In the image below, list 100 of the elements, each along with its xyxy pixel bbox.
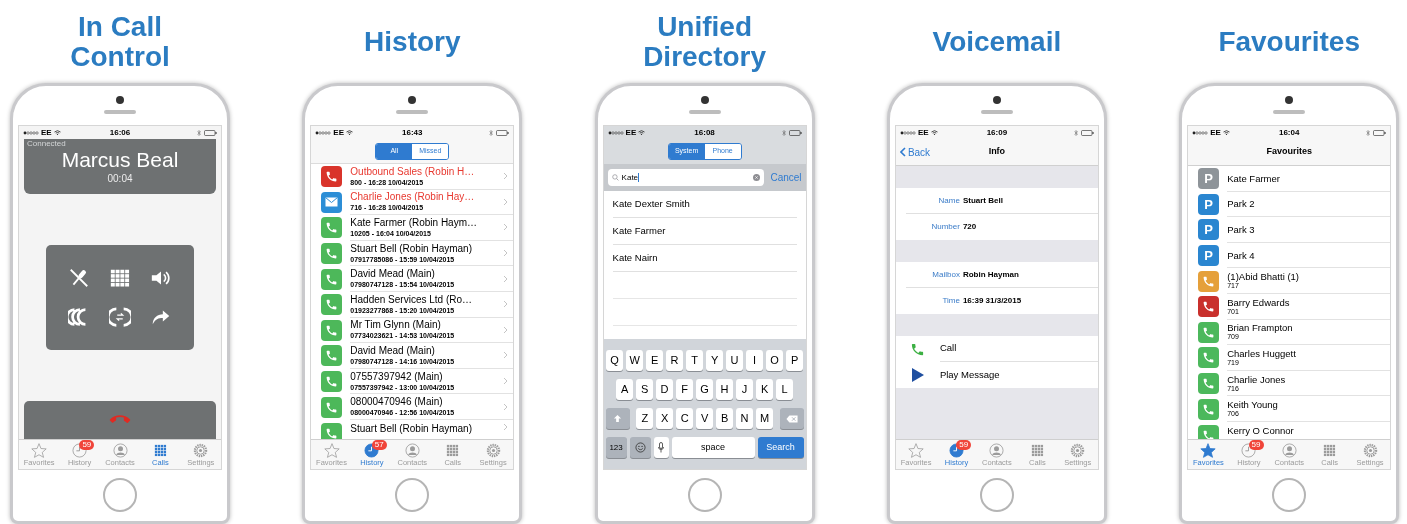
keyboard-key[interactable]: U (725, 350, 744, 371)
settings-icon[interactable] (193, 442, 209, 458)
phone-icon[interactable] (1198, 424, 1220, 439)
keyboard-key[interactable]: N (735, 408, 754, 429)
contact-name[interactable]: Kate Dexter Smith (612, 196, 690, 212)
keyboard-key[interactable]: H (715, 379, 734, 400)
search-field[interactable]: Kate (607, 169, 765, 186)
keyboard-key[interactable]: I (745, 350, 764, 371)
keyboard-key[interactable]: T (685, 350, 704, 371)
contact-name[interactable]: Park 4 (1227, 249, 1391, 261)
keyboard-key[interactable]: X (655, 408, 674, 429)
home-button[interactable] (1272, 478, 1307, 512)
settings-icon[interactable] (485, 442, 501, 458)
keypad-icon[interactable] (109, 267, 131, 290)
contact-name[interactable]: Mr Tim Glynn (Main) (350, 319, 504, 332)
keyboard-key[interactable]: Q (605, 350, 624, 371)
contact-name[interactable]: (1)Abid Bhatti (1) (1227, 271, 1391, 283)
keyboard-key[interactable]: D (655, 379, 674, 400)
star-icon[interactable] (908, 442, 925, 458)
delete-key[interactable] (779, 408, 804, 429)
person-icon[interactable] (112, 442, 128, 458)
action-label[interactable]: Play Message (939, 367, 1000, 383)
contact-name[interactable]: Outbound Sales (Robin H… (350, 165, 504, 178)
keyboard-key[interactable]: F (675, 379, 694, 400)
keyboard-key[interactable]: P (785, 350, 804, 371)
keyboard-key[interactable]: Y (705, 350, 724, 371)
keyboard-key[interactable]: R (665, 350, 684, 371)
person-icon[interactable] (989, 442, 1005, 458)
contact-name[interactable]: Kate Nairn (612, 250, 658, 266)
back-button[interactable]: Back (895, 144, 931, 160)
contact-name[interactable]: Keith Young (1227, 399, 1391, 411)
contact-name[interactable]: David Mead (Main) (350, 268, 504, 281)
keyboard-key[interactable]: L (775, 379, 794, 400)
phone-icon[interactable] (1198, 296, 1220, 318)
mute-icon[interactable] (67, 267, 90, 290)
phone-icon[interactable] (1198, 347, 1220, 369)
contact-name[interactable]: Kate Farmer (612, 223, 666, 239)
phone-icon[interactable] (1198, 373, 1220, 395)
home-button[interactable] (979, 478, 1014, 512)
emoji-key[interactable] (629, 437, 651, 458)
contact-name[interactable]: Charles Huggett (1227, 347, 1391, 359)
contact-name[interactable]: Kate Farmer (1227, 172, 1391, 184)
contact-name[interactable]: Charlie Jones (Robin Hay… (350, 191, 504, 204)
contact-name[interactable]: Hadden Services Ltd (Ro… (350, 293, 504, 306)
grid-icon[interactable] (445, 442, 461, 458)
grid-icon[interactable] (1029, 442, 1045, 458)
section-title: Unified Directory (642, 11, 768, 72)
keyboard-key[interactable]: A (615, 379, 634, 400)
keyboard-key[interactable]: S (635, 379, 654, 400)
contact-name[interactable]: David Mead (Main) (350, 344, 504, 357)
action-label[interactable]: Call (939, 341, 957, 356)
home-button[interactable] (103, 478, 137, 512)
contact-name[interactable]: Stuart Bell (Robin Hayman) (350, 422, 504, 435)
phone-icon[interactable] (1198, 321, 1220, 343)
shift-key[interactable] (605, 408, 630, 429)
keyboard-key[interactable]: G (695, 379, 714, 400)
grid-icon[interactable] (152, 442, 168, 458)
handset-icon[interactable] (910, 341, 926, 357)
play-icon[interactable] (911, 368, 925, 382)
contact-name[interactable]: Kate Farmer (Robin Haym… (350, 217, 504, 229)
keyboard-key[interactable]: K (755, 379, 774, 400)
keyboard-key[interactable]: M (755, 408, 774, 429)
star-icon[interactable] (323, 442, 340, 458)
contact-name[interactable]: Park 3 (1227, 224, 1391, 235)
dictation-key[interactable] (653, 437, 669, 458)
contact-name[interactable]: Stuart Bell (Robin Hayman) (350, 242, 504, 255)
phone-icon[interactable] (1198, 270, 1220, 292)
contact-name[interactable]: Park 2 (1227, 198, 1391, 210)
keyboard-key[interactable]: W (625, 350, 644, 371)
phone-icon[interactable] (1198, 398, 1220, 420)
home-button[interactable] (687, 478, 722, 512)
keyboard-key[interactable]: E (645, 350, 664, 371)
contact-name[interactable]: Brian Frampton (1227, 322, 1391, 334)
numbers-key[interactable]: 123 (605, 437, 627, 458)
park-icon[interactable]: P (1198, 245, 1220, 267)
keyboard-key[interactable]: B (715, 408, 734, 429)
search-key[interactable]: Search (757, 437, 804, 458)
contact-name[interactable]: Kerry O Connor (1227, 424, 1391, 436)
settings-icon[interactable] (1362, 442, 1378, 458)
keyboard-key[interactable]: J (735, 379, 754, 400)
star-icon[interactable] (31, 442, 48, 458)
contact-name[interactable]: Charlie Jones (1227, 373, 1391, 385)
grid-icon[interactable] (1322, 442, 1338, 458)
transfer-icon[interactable] (109, 305, 131, 328)
space-key[interactable]: space (671, 437, 755, 458)
home-button[interactable] (395, 478, 430, 512)
keyboard-key[interactable]: V (695, 408, 714, 429)
contact-name[interactable]: 07557397942 (Main) (350, 370, 504, 383)
park-icon[interactable]: P (1198, 193, 1220, 215)
keyboard-key[interactable]: C (675, 408, 694, 429)
person-icon[interactable] (404, 442, 420, 458)
keyboard-key[interactable]: O (765, 350, 784, 371)
clear-icon[interactable] (753, 174, 761, 181)
person-icon[interactable] (1281, 442, 1297, 458)
star-icon[interactable] (1200, 442, 1217, 458)
settings-icon[interactable] (1070, 442, 1086, 458)
park-icon[interactable]: P (1198, 219, 1220, 241)
contact-name[interactable]: Barry Edwards (1227, 296, 1391, 308)
keyboard-key[interactable]: Z (636, 408, 654, 429)
contact-name[interactable]: 08000470946 (Main) (350, 396, 504, 409)
